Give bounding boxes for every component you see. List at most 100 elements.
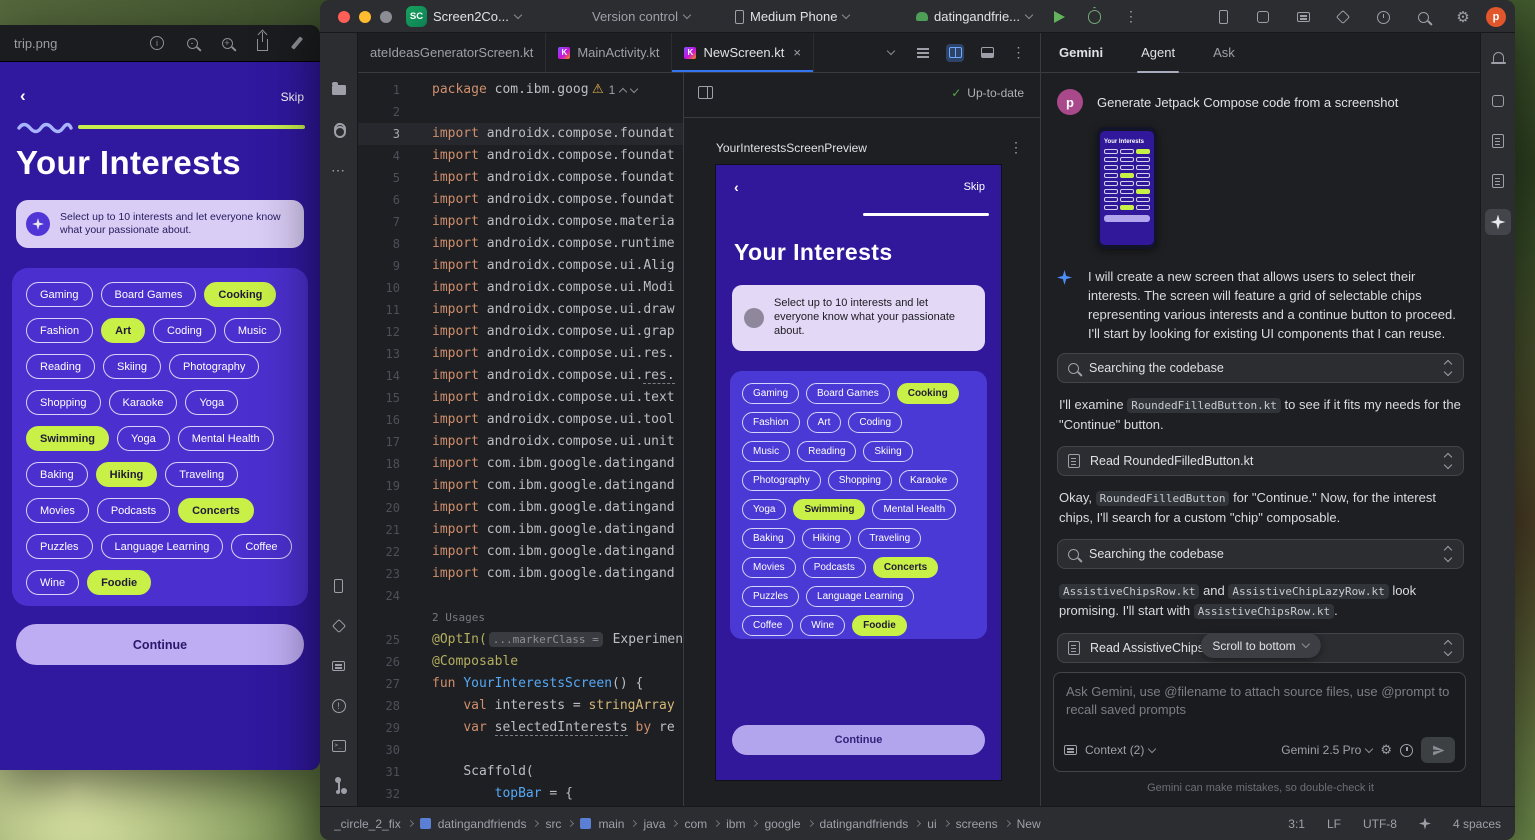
build-icon[interactable] [1333,7,1353,27]
search-everywhere-icon[interactable] [1413,7,1433,27]
interest-chip[interactable]: Karaoke [899,470,958,491]
commit-tool-icon[interactable] [326,117,352,143]
indent-setting[interactable]: 4 spaces [1453,817,1501,831]
tool-call-box[interactable]: Searching the codebase [1057,353,1464,383]
design-view-icon[interactable] [978,44,996,62]
expand-collapse-icon[interactable] [1443,547,1453,561]
breadcrumb-item[interactable]: datingandfriends [438,817,527,831]
next-problem-icon[interactable] [630,84,638,92]
interest-chip[interactable]: Music [742,441,790,462]
close-tab-icon[interactable]: × [793,45,801,60]
compose-preview-render[interactable]: ‹ Skip Your Interests Select up to 10 in… [716,165,1001,780]
interest-chip[interactable]: Skiing [103,354,161,379]
close-window-button[interactable] [338,11,350,23]
tool-call-box[interactable]: Searching the codebase [1057,539,1464,569]
interest-chip[interactable]: Art [807,412,842,433]
breadcrumb-item[interactable]: com [684,817,707,831]
more-tool-windows-icon[interactable]: ⋯ [326,157,352,183]
interest-chip[interactable]: Yoga [185,390,238,415]
interest-chip[interactable]: Hiking [96,462,158,487]
preview-options-icon[interactable]: ⋮ [1009,139,1024,156]
app-inspection-icon[interactable] [1485,168,1511,194]
breadcrumb-item[interactable]: ui [927,817,936,831]
run-configuration-selector[interactable]: datingandfrie... [916,0,1032,33]
tab-agent[interactable]: Agent [1141,33,1175,73]
prompt-attachment-thumbnail[interactable]: Your Interests [1097,127,1157,249]
project-tool-icon[interactable] [326,77,352,103]
interest-chip[interactable]: Baking [26,462,88,487]
share-icon[interactable] [253,34,271,52]
interest-chip[interactable]: Mental Health [872,499,956,520]
inspections-widget[interactable]: ⚠ 1 [588,80,641,99]
device-manager-icon[interactable] [326,653,352,679]
attach-context-icon[interactable] [1064,745,1077,755]
file-encoding[interactable]: UTF-8 [1363,817,1397,831]
caret-position[interactable]: 3:1 [1288,817,1305,831]
interest-chip[interactable]: Mental Health [178,426,274,451]
gemini-input-box[interactable]: Ask Gemini, use @filename to attach sour… [1053,672,1466,772]
terminal-icon[interactable]: >_ [326,733,352,759]
interest-chip[interactable]: Shopping [26,390,101,415]
expand-collapse-icon[interactable] [1443,641,1453,655]
user-avatar[interactable]: p [1486,7,1506,27]
interest-chip[interactable]: Movies [26,498,89,523]
debug-button[interactable] [1088,0,1101,33]
problems-icon[interactable]: ! [326,693,352,719]
run-button[interactable] [1054,0,1065,33]
interest-chip[interactable]: Swimming [26,426,109,451]
build-variants-icon[interactable] [326,613,352,639]
interest-chip[interactable]: Reading [797,441,856,462]
version-control-tool-icon[interactable] [326,773,352,799]
todo-list-icon[interactable] [1293,7,1313,27]
breadcrumb-item[interactable]: New [1017,817,1041,831]
device-mirroring-icon[interactable] [1213,7,1233,27]
interest-chip[interactable]: Coffee [231,534,291,559]
send-button[interactable] [1421,737,1455,763]
interest-chip[interactable]: Movies [742,557,796,578]
gemini-status-icon[interactable] [1419,818,1431,830]
interest-chip[interactable]: Cooking [897,383,959,404]
preview-layout-icon[interactable] [698,86,713,99]
interest-chip[interactable]: Coding [848,412,902,433]
project-widget[interactable]: SC Screen2Co... [406,0,521,33]
interest-chip[interactable]: Gaming [742,383,799,404]
interest-chip[interactable]: Podcasts [97,498,170,523]
interest-chip[interactable]: Concerts [873,557,938,578]
code-with-me-icon[interactable] [1253,7,1273,27]
previous-problem-icon[interactable] [619,87,627,95]
interest-chip[interactable]: Baking [742,528,795,549]
history-icon[interactable] [1400,744,1413,757]
interest-chip[interactable]: Traveling [165,462,238,487]
interest-chip[interactable]: Yoga [742,499,786,520]
interest-chip[interactable]: Foodie [852,615,907,636]
code-view-icon[interactable] [914,44,932,62]
interest-chip[interactable]: Language Learning [806,586,914,607]
breadcrumb-item[interactable]: java [643,817,665,831]
code-editor[interactable]: 1package com.ibm.googl23import androidx.… [358,73,683,806]
breadcrumb-item[interactable]: src [545,817,561,831]
interest-chip[interactable]: Cooking [204,282,276,307]
breadcrumb-item[interactable]: datingandfriends [820,817,909,831]
info-icon[interactable]: i [148,34,166,52]
split-view-icon[interactable] [946,44,964,62]
tool-call-box[interactable]: Read RoundedFilledButton.kt [1057,446,1464,476]
interest-chip[interactable]: Concerts [178,498,254,523]
interest-chip[interactable]: Foodie [87,570,151,595]
editor-tab[interactable]: KNewScreen.kt× [672,33,814,72]
line-separator[interactable]: LF [1327,817,1341,831]
interest-chip[interactable]: Puzzles [26,534,93,559]
breadcrumb-item[interactable]: screens [956,817,998,831]
zoom-out-icon[interactable]: - [183,34,201,52]
interest-chip[interactable]: Traveling [858,528,921,549]
interest-chip[interactable]: Hiking [802,528,852,549]
device-selector[interactable]: Medium Phone [735,0,849,33]
running-devices-icon[interactable] [326,573,352,599]
editor-tab[interactable]: KMainActivity.kt [546,33,672,72]
interest-chip[interactable]: Fashion [26,318,93,343]
device-explorer-icon[interactable] [1485,88,1511,114]
interest-chip[interactable]: Yoga [117,426,170,451]
interest-chip[interactable]: Music [224,318,281,343]
interest-chip[interactable]: Shopping [828,470,892,491]
markup-icon[interactable] [288,34,306,52]
tab-options-icon[interactable]: ⋮ [1010,44,1028,62]
